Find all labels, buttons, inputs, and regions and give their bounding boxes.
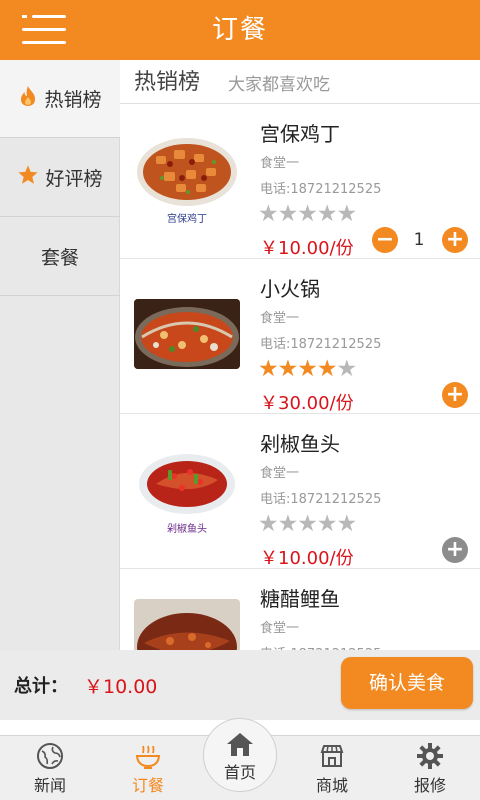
food-price: ￥10.00/份 (260, 548, 354, 569)
food-canteen: 食堂一 (260, 621, 300, 636)
food-image (134, 299, 240, 369)
nav-mall[interactable]: 商城 (284, 736, 380, 800)
food-image: 宫保鸡丁 (134, 134, 240, 226)
star-icon: ★ (277, 356, 299, 382)
flame-icon (18, 85, 38, 112)
sidebar-item-top-rated[interactable]: 好评榜 (0, 139, 120, 217)
star-icon: ★ (336, 201, 358, 227)
food-item[interactable]: 剁椒鱼头 剁椒鱼头 食堂一 电话:18721212525 ★★★★★ ￥10.0… (120, 414, 480, 569)
nav-label: 订餐 (131, 776, 164, 795)
food-price: ￥10.00/份 (260, 238, 354, 259)
rating-stars: ★★★★★ (258, 201, 358, 227)
globe-icon (36, 742, 64, 770)
nav-news[interactable]: 新闻 (2, 736, 98, 800)
sidebar-item-label: 好评榜 (45, 168, 103, 190)
food-canteen: 食堂一 (260, 466, 300, 481)
sidebar-item-label: 套餐 (40, 247, 79, 269)
food-image-caption: 剁椒鱼头 (167, 524, 207, 535)
increase-quantity-button[interactable]: + (442, 227, 468, 253)
quantity-value: 1 (413, 230, 425, 250)
food-price: ￥30.00/份 (260, 393, 354, 414)
star-icon: ★ (316, 511, 338, 537)
star-icon: ★ (297, 201, 318, 227)
food-name: 剁椒鱼头 (260, 432, 340, 456)
total-amount: ￥10.00 (84, 676, 158, 698)
nav-repair[interactable]: 报修 (382, 736, 478, 800)
decrease-quantity-button[interactable]: − (372, 227, 398, 253)
food-name: 宫保鸡丁 (260, 122, 340, 146)
add-to-cart-button[interactable]: + (442, 382, 468, 408)
nav-label: 新闻 (33, 776, 66, 795)
star-icon: ★ (336, 356, 358, 382)
food-phone: 电话:18721212525 (260, 182, 382, 197)
food-item[interactable]: 宫保鸡丁 宫保鸡丁 食堂一 电话:18721212525 ★★★★★ ￥10.0… (120, 104, 480, 259)
home-icon (226, 731, 254, 757)
star-icon: ★ (258, 356, 279, 382)
order-total-bar: 总计： ￥10.00 确认美食 (0, 650, 480, 720)
nav-label: 报修 (413, 776, 446, 795)
star-icon: ★ (336, 511, 358, 537)
star-icon: ★ (258, 201, 279, 227)
total-label: 总计： (14, 676, 68, 697)
sidebar-item-label: 热销榜 (44, 89, 102, 111)
category-sidebar: 热销榜 好评榜 套餐 (0, 60, 120, 715)
food-list-panel: 热销榜 大家都喜欢吃 宫保鸡丁 宫保鸡丁 食堂一 电话:18721212525 … (120, 60, 480, 715)
star-icon: ★ (297, 356, 318, 382)
food-canteen: 食堂一 (260, 156, 300, 171)
app-header: 订餐 (0, 0, 480, 60)
food-item[interactable]: 小火锅 食堂一 电话:18721212525 ★★★★★ ￥30.00/份 + (120, 259, 480, 414)
add-to-cart-button[interactable]: + (442, 537, 468, 563)
star-icon: ★ (277, 511, 299, 537)
food-image-caption: 宫保鸡丁 (167, 214, 207, 225)
food-image: 剁椒鱼头 (134, 444, 240, 536)
star-icon: ★ (316, 201, 338, 227)
star-icon: ★ (277, 201, 299, 227)
nav-order-food[interactable]: 订餐 (100, 736, 196, 800)
confirm-order-button[interactable]: 确认美食 (341, 657, 473, 709)
food-phone: 电话:18721212525 (260, 337, 382, 352)
gear-icon (416, 742, 444, 770)
food-bowl-icon (134, 742, 162, 770)
star-icon: ★ (258, 511, 279, 537)
page-title: 订餐 (211, 15, 268, 45)
section-title: 热销榜 (134, 70, 201, 95)
nav-label: 首页 (223, 763, 256, 782)
store-icon (318, 742, 346, 770)
food-name: 小火锅 (260, 277, 320, 301)
sidebar-item-combo[interactable]: 套餐 (0, 218, 120, 296)
sidebar-item-hot[interactable]: 热销榜 (0, 60, 120, 138)
nav-label: 商城 (315, 776, 348, 795)
rating-stars: ★★★★★ (258, 511, 358, 537)
star-icon: ★ (316, 356, 338, 382)
food-phone: 电话:18721212525 (260, 492, 382, 507)
section-subtitle: 大家都喜欢吃 (228, 75, 330, 95)
nav-home[interactable]: 首页 (203, 718, 277, 792)
section-header: 热销榜 大家都喜欢吃 (120, 60, 480, 104)
food-canteen: 食堂一 (260, 311, 300, 326)
star-icon (17, 164, 39, 191)
food-name: 糖醋鲤鱼 (260, 587, 340, 611)
star-icon: ★ (297, 511, 318, 537)
rating-stars: ★★★★★ (258, 356, 358, 382)
